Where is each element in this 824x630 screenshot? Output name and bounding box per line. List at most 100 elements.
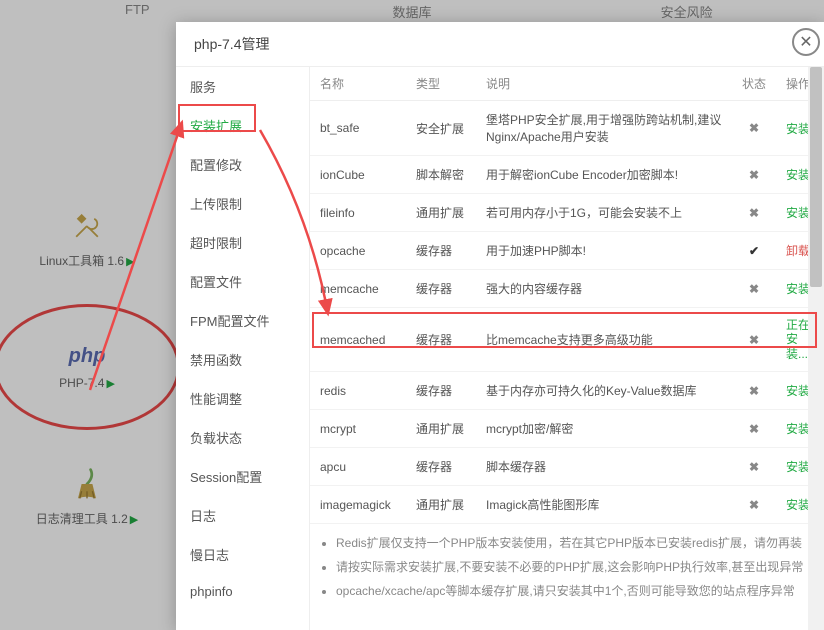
cell-desc: 用于加速PHP脚本! [476,232,732,270]
action-link[interactable]: 卸载 [786,244,810,258]
note-item: opcache/xcache/apc等脚本缓存扩展,请只安装其中1个,否则可能导… [336,582,806,600]
scrollbar-track[interactable] [808,67,824,630]
bg-card-label: 日志清理工具 1.2 [36,512,128,526]
notes-list: Redis扩展仅支持一个PHP版本安装使用，若在其它PHP版本已安装redis扩… [310,524,824,600]
table-row: redis缓存器基于内存亦可持久化的Key-Value数据库✖安装 [310,372,824,410]
cell-type: 缓存器 [406,448,476,486]
cell-name: redis [310,372,406,410]
cell-type: 缓存器 [406,308,476,372]
cell-name: ionCube [310,156,406,194]
action-link[interactable]: 安装 [786,422,810,436]
x-icon: ✖ [749,460,759,474]
table-row: opcache缓存器用于加速PHP脚本!✔卸载 [310,232,824,270]
note-item: Redis扩展仅支持一个PHP版本安装使用，若在其它PHP版本已安装redis扩… [336,534,806,552]
th-desc: 说明 [476,67,732,101]
cell-desc: 若可用内存小于1G，可能会安装不上 [476,194,732,232]
bg-card-label: Linux工具箱 1.6 [39,254,124,268]
sidebar-item[interactable]: 超时限制 [176,223,309,262]
th-type: 类型 [406,67,476,101]
sidebar-item[interactable]: 负载状态 [176,418,309,457]
bg-tab-security: 安全风险 [549,0,824,22]
action-link[interactable]: 安装 [786,384,810,398]
play-icon: ▶ [126,256,134,268]
sidebar-item[interactable]: 配置文件 [176,262,309,301]
x-icon: ✖ [749,282,759,296]
cell-status: ✖ [732,372,776,410]
x-icon: ✖ [749,498,759,512]
cell-status: ✖ [732,156,776,194]
bg-card-log-cleaner[interactable]: 日志清理工具 1.2▶ [12,448,162,544]
note-item: 请按实际需求安装扩展,不要安装不必要的PHP扩展,这会影响PHP执行效率,甚至出… [336,558,806,576]
close-button[interactable]: ✕ [792,28,820,56]
cell-name: memcached [310,308,406,372]
sidebar-item[interactable]: Session配置 [176,457,309,496]
sidebar-item[interactable]: 禁用函数 [176,340,309,379]
sidebar-item[interactable]: 性能调整 [176,379,309,418]
play-icon: ▶ [130,514,138,526]
sidebar-item[interactable]: phpinfo [176,574,309,609]
sidebar-item[interactable]: 慢日志 [176,535,309,574]
cell-desc: 堡塔PHP安全扩展,用于增强防跨站机制,建议Nginx/Apache用户安装 [476,101,732,156]
cell-desc: 比memcache支持更多高级功能 [476,308,732,372]
action-link[interactable]: 安装 [786,282,810,296]
cell-name: apcu [310,448,406,486]
bg-cards-column: Linux工具箱 1.6▶ php PHP-7.4▶ 日志清理工具 1.2▶ [12,190,176,580]
cell-status: ✖ [732,270,776,308]
extensions-table: 名称 类型 说明 状态 操作 bt_safe安全扩展堡塔PHP安全扩展,用于增强… [310,67,824,524]
scrollbar-thumb[interactable] [810,67,822,287]
action-link[interactable]: 安装 [786,122,810,136]
action-link[interactable]: 安装 [786,206,810,220]
php-icon: php [69,345,106,368]
broom-icon [67,466,107,502]
cell-desc: mcrypt加密/解密 [476,410,732,448]
th-name: 名称 [310,67,406,101]
x-icon: ✖ [749,422,759,436]
table-row: mcrypt通用扩展mcrypt加密/解密✖安装 [310,410,824,448]
bg-card-linux-toolbox[interactable]: Linux工具箱 1.6▶ [12,190,162,286]
cell-type: 通用扩展 [406,486,476,524]
action-link[interactable]: 安装 [786,498,810,512]
sidebar-item[interactable]: 日志 [176,496,309,535]
check-icon: ✔ [749,244,759,258]
cell-name: imagemagick [310,486,406,524]
bg-tab-ftp: FTP [0,0,275,22]
table-row: bt_safe安全扩展堡塔PHP安全扩展,用于增强防跨站机制,建议Nginx/A… [310,101,824,156]
x-icon: ✖ [749,206,759,220]
table-row: imagemagick通用扩展Imagick高性能图形库 ✖ 安装 [310,486,824,524]
tools-icon [67,208,107,244]
cell-desc: Imagick高性能图形库 [476,486,732,524]
bg-tab-db: 数据库 [275,0,550,22]
action-link[interactable]: 安装 [786,460,810,474]
sidebar-item[interactable]: 安装扩展 [176,106,309,145]
sidebar-item[interactable]: 服务 [176,67,309,106]
cell-status: ✖ [732,194,776,232]
cell-type: 通用扩展 [406,410,476,448]
cell-desc: 基于内存亦可持久化的Key-Value数据库 [476,372,732,410]
sidebar-item[interactable]: 上传限制 [176,184,309,223]
cell-desc: 脚本缓存器 [476,448,732,486]
sidebar-item[interactable]: FPM配置文件 [176,301,309,340]
cell-desc: 强大的内容缓存器 [476,270,732,308]
bg-card-php[interactable]: php PHP-7.4▶ [12,322,162,412]
cell-type: 脚本解密 [406,156,476,194]
x-icon: ✖ [749,121,759,135]
table-row: apcu缓存器脚本缓存器 ✖ 安装 [310,448,824,486]
modal-title: php-7.4管理 [176,22,824,67]
x-icon: ✖ [749,384,759,398]
table-row: memcached缓存器比memcache支持更多高级功能✖正在安装... [310,308,824,372]
cell-status: ✖ [732,486,776,524]
close-icon: ✕ [799,32,812,52]
modal-content: 名称 类型 说明 状态 操作 bt_safe安全扩展堡塔PHP安全扩展,用于增强… [310,67,824,630]
php-manage-modal: ✕ php-7.4管理 服务安装扩展配置修改上传限制超时限制配置文件FPM配置文… [176,22,824,630]
table-row: memcache缓存器强大的内容缓存器✖安装 [310,270,824,308]
x-icon: ✖ [749,168,759,182]
action-link[interactable]: 安装 [786,168,810,182]
play-icon: ▶ [106,378,114,390]
cell-type: 缓存器 [406,232,476,270]
cell-name: memcache [310,270,406,308]
cell-status: ✖ [732,410,776,448]
cell-name: fileinfo [310,194,406,232]
sidebar-item[interactable]: 配置修改 [176,145,309,184]
x-icon: ✖ [749,333,759,347]
cell-status: ✔ [732,232,776,270]
